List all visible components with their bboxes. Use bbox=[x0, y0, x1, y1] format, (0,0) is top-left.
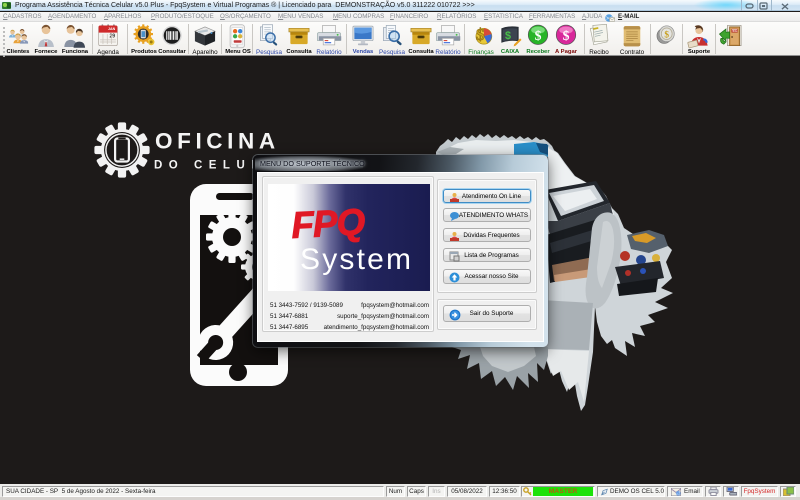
svg-text:OFICINA: OFICINA bbox=[155, 129, 280, 154]
svg-text:System: System bbox=[300, 243, 412, 276]
svg-text:JAN: JAN bbox=[108, 27, 116, 31]
svg-text:FPQ: FPQ bbox=[290, 201, 366, 246]
svg-text:$: $ bbox=[505, 30, 511, 42]
svg-text:EXIT: EXIT bbox=[732, 29, 738, 33]
svg-text:$: $ bbox=[563, 28, 570, 43]
svg-text:$: $ bbox=[535, 28, 542, 43]
svg-text:@: @ bbox=[676, 490, 681, 495]
svg-text:29: 29 bbox=[110, 34, 116, 40]
svg-text:$: $ bbox=[476, 25, 485, 44]
svg-text:$: $ bbox=[664, 30, 669, 41]
